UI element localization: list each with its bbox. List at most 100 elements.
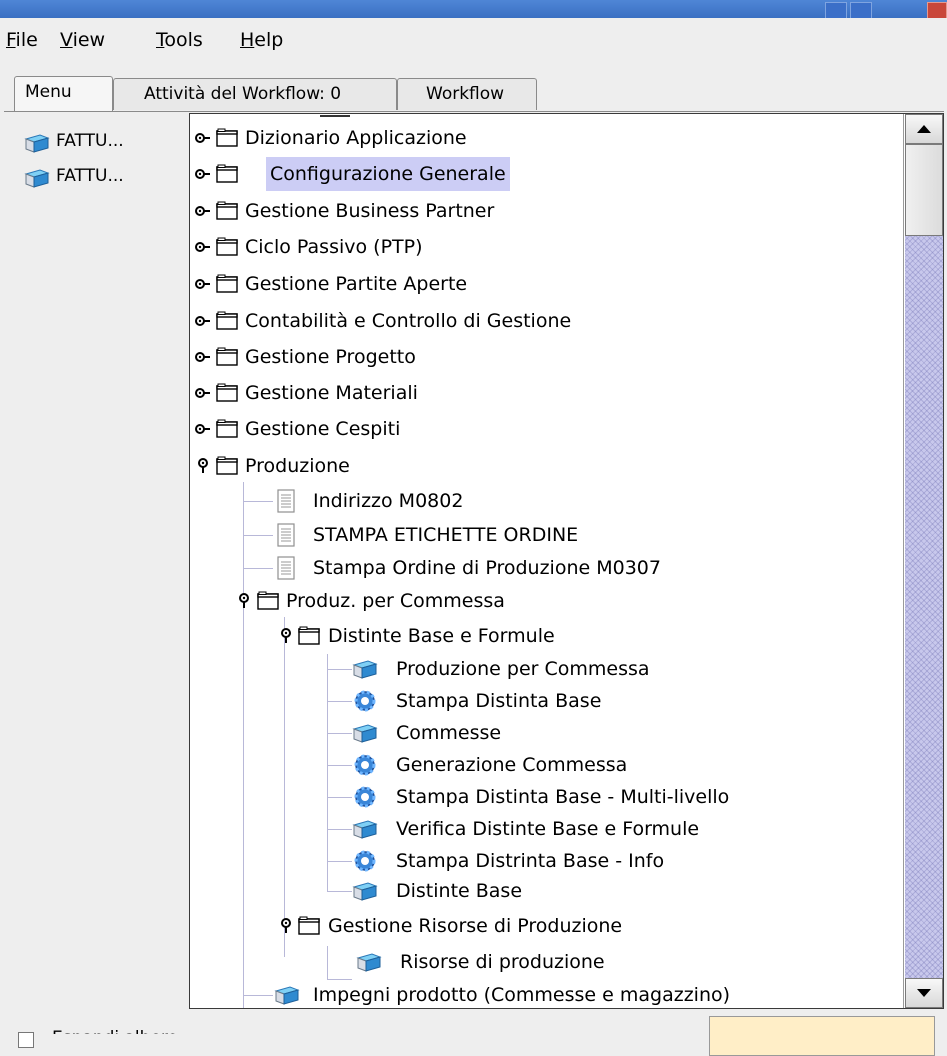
expand-key-icon[interactable] (195, 166, 211, 182)
tree-item-label: Stampa Distinta Base - Multi-livello (396, 786, 730, 808)
document-icon (277, 489, 295, 513)
tab-workflow-activities[interactable]: Attività del Workflow: 0 (113, 78, 397, 110)
menu-view[interactable]: View (60, 29, 105, 51)
menu-bar: File View Tools Help (0, 18, 947, 60)
window-icon (357, 953, 381, 972)
folder-icon (257, 591, 279, 610)
scroll-down-button[interactable] (905, 978, 943, 1008)
tree-folder-item[interactable]: Gestione Materiali (190, 376, 902, 410)
folder-icon (216, 419, 238, 438)
expand-key-icon[interactable] (195, 276, 211, 292)
window-icon (275, 986, 299, 1005)
expand-key-icon[interactable] (195, 421, 211, 437)
tree-folder-item[interactable]: Produzione (190, 449, 902, 483)
tree-item-label: Risorse di produzione (400, 951, 605, 973)
gear-icon (354, 754, 376, 776)
tab-menu[interactable]: Menu (14, 76, 113, 112)
tab-workflow[interactable]: Workflow (397, 78, 537, 110)
tree-item-label: Indirizzo M0802 (313, 490, 464, 512)
collapse-key-icon[interactable] (278, 628, 294, 644)
collapse-key-icon[interactable] (195, 458, 211, 474)
tree-folder-item[interactable]: Gestione Risorse di Produzione (190, 909, 902, 943)
tree-item-label: Gestione Partite Aperte (245, 273, 468, 295)
folder-icon (216, 311, 238, 330)
expand-key-icon[interactable] (195, 385, 211, 401)
menu-tools[interactable]: Tools (156, 29, 203, 51)
search-field[interactable] (709, 1016, 935, 1056)
tree-folder-item[interactable]: Distinte Base e Formule (190, 619, 902, 653)
tree-folder-item[interactable]: Produz. per Commessa (190, 584, 902, 618)
document-icon (277, 523, 295, 547)
tree-item-label: STAMPA ETICHETTE ORDINE (313, 524, 579, 546)
gear-icon (354, 850, 376, 872)
menu-file[interactable]: File (6, 29, 38, 51)
tree-process-item[interactable]: Stampa Distinta Base (190, 684, 902, 718)
tree-folder-item[interactable]: Gestione Progetto (190, 340, 902, 374)
tree-item-label: Verifica Distinte Base e Formule (396, 818, 700, 840)
scroll-thumb[interactable] (905, 144, 943, 236)
close-button[interactable] (927, 2, 947, 18)
arrow-up-icon (917, 125, 931, 133)
folder-icon (216, 237, 238, 256)
tab-divider (4, 111, 944, 112)
maximize-button[interactable] (850, 2, 872, 18)
expand-key-icon[interactable] (195, 130, 211, 146)
recent-item-label: FATTU... (56, 166, 124, 186)
document-icon (277, 556, 295, 580)
collapse-key-icon[interactable] (278, 918, 294, 934)
menu-help[interactable]: Help (240, 29, 283, 51)
tree-folder-item[interactable]: Ciclo Passivo (PTP) (190, 230, 902, 264)
scroll-up-button[interactable] (905, 114, 943, 144)
tree-folder-item[interactable]: Gestione Cespiti (190, 412, 902, 446)
expand-key-icon[interactable] (195, 239, 211, 255)
tree-window-item[interactable]: Produzione per Commessa (190, 652, 902, 686)
tree-folder-item[interactable]: Dizionario Applicazione (190, 121, 902, 155)
tree-item-label: Gestione Cespiti (245, 418, 401, 440)
tree-window-item[interactable]: Verifica Distinte Base e Formule (190, 812, 902, 846)
window-icon (353, 724, 377, 743)
tree-item-label: Dizionario Applicazione (245, 127, 467, 149)
tree-folder-item[interactable]: Contabilità e Controllo di Gestione (190, 304, 902, 338)
vertical-scrollbar[interactable] (903, 114, 943, 1008)
clipped-row-fragment (320, 115, 350, 117)
tree-item-label: Gestione Materiali (245, 382, 418, 404)
tree-document-item[interactable]: STAMPA ETICHETTE ORDINE (190, 518, 902, 552)
tree-process-item[interactable]: Stampa Distrinta Base - Info (190, 844, 902, 878)
expand-key-icon[interactable] (195, 349, 211, 365)
collapse-key-icon[interactable] (236, 593, 252, 609)
tree-item-label: Produzione per Commessa (396, 658, 650, 680)
tree-item-label: Distinte Base (396, 880, 523, 902)
tab-strip: Menu Attività del Workflow: 0 Workflow (0, 60, 947, 116)
expand-key-icon[interactable] (195, 313, 211, 329)
tree-item-label: Gestione Business Partner (245, 200, 495, 222)
title-bar (0, 0, 947, 18)
tree-item-label: Stampa Distinta Base (396, 690, 602, 712)
expand-key-icon[interactable] (195, 203, 211, 219)
tree-folder-item[interactable]: Gestione Partite Aperte (190, 267, 902, 301)
tree-process-item[interactable]: Stampa Distinta Base - Multi-livello (190, 780, 902, 814)
tree-item-label: Configurazione Generale (266, 157, 510, 191)
folder-icon (216, 128, 238, 147)
tree-document-item[interactable]: Stampa Ordine di Produzione M0307 (190, 551, 902, 585)
tree-document-item[interactable]: Indirizzo M0802 (190, 484, 902, 518)
tree-process-item[interactable]: Generazione Commessa (190, 748, 902, 782)
folder-icon (298, 916, 320, 935)
tree-window-item[interactable]: Commesse (190, 716, 902, 750)
folder-icon (216, 201, 238, 220)
scroll-track[interactable] (905, 144, 943, 978)
menu-tree-panel: Dizionario Applicazione Configurazione G… (189, 113, 944, 1009)
tree-window-item[interactable]: Impegni prodotto (Commesse e magazzino) (190, 978, 902, 1008)
minimize-button[interactable] (825, 2, 847, 18)
folder-icon (298, 626, 320, 645)
window-icon (25, 134, 49, 153)
gear-icon (354, 690, 376, 712)
tree-window-item[interactable]: Distinte Base (190, 874, 902, 908)
expand-tree-checkbox[interactable] (18, 1032, 34, 1048)
tree-item-label: Produzione (245, 455, 350, 477)
tree-item-label: Gestione Risorse di Produzione (328, 915, 623, 937)
tree-item-label: Impegni prodotto (Commesse e magazzino) (313, 984, 731, 1006)
tree-folder-item[interactable]: Gestione Business Partner (190, 194, 902, 228)
tree-folder-item[interactable]: Configurazione Generale (190, 157, 902, 191)
window-icon (353, 882, 377, 901)
tree-window-item[interactable]: Risorse di produzione (190, 945, 902, 979)
